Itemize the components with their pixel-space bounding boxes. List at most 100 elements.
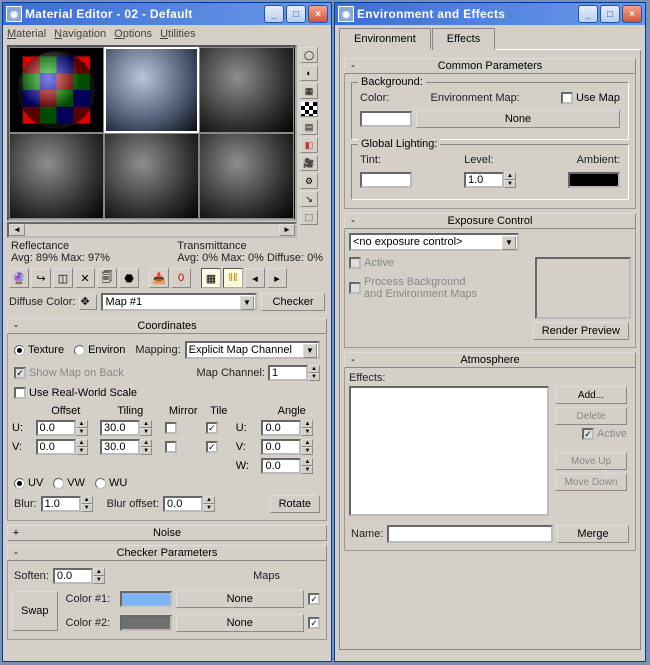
map-type-button[interactable]: Checker (261, 293, 325, 311)
blur-spinner[interactable]: ▲▼ (41, 496, 93, 512)
collapse-icon[interactable]: - (347, 215, 359, 227)
effects-list[interactable] (349, 386, 549, 516)
exposure-dropdown[interactable]: <no exposure control> ▼ (349, 233, 519, 251)
swap-button[interactable]: Swap (12, 591, 58, 631)
preview-icon[interactable]: 🎥 (300, 155, 318, 171)
map-channel-spinner[interactable]: ▲▼ (268, 365, 320, 381)
material-slot-5[interactable] (104, 133, 199, 219)
collapse-icon[interactable]: - (10, 547, 22, 559)
use-map-check[interactable]: Use Map (561, 92, 620, 104)
real-world-check[interactable]: Use Real-World Scale (14, 387, 137, 399)
material-slot-2[interactable] (104, 47, 199, 133)
reset-map-icon[interactable]: ✕ (75, 268, 95, 288)
pattern-icon[interactable] (300, 101, 318, 117)
minimize-button[interactable]: _ (264, 5, 284, 23)
maximize-button[interactable]: □ (600, 5, 620, 23)
sample-type-icon[interactable]: ◯ (300, 47, 318, 63)
menu-navigation[interactable]: Navigation (54, 28, 106, 40)
u-angle-spinner[interactable]: ▲▼ (261, 420, 322, 436)
collapse-icon[interactable]: - (347, 354, 359, 366)
show-in-viewport-icon[interactable]: ▦ (201, 268, 221, 288)
v-angle-spinner[interactable]: ▲▼ (261, 439, 322, 455)
close-button[interactable]: × (622, 5, 642, 23)
material-id-icon[interactable]: 0 (171, 268, 191, 288)
material-slot-1[interactable] (9, 47, 104, 133)
v-tile-check[interactable] (206, 441, 232, 453)
u-offset-spinner[interactable]: ▲▼ (36, 420, 97, 436)
level-spinner[interactable]: ▲▼ (464, 172, 516, 188)
checker-rollup-header[interactable]: - Checker Parameters (7, 545, 327, 561)
make-unique-icon[interactable]: ⬣ (119, 268, 139, 288)
u-tile-check[interactable] (206, 422, 232, 434)
go-forward-icon[interactable]: ▸ (267, 268, 287, 288)
noise-rollup-header[interactable]: + Noise (7, 525, 327, 541)
material-slot-6[interactable] (199, 133, 294, 219)
collapse-icon[interactable]: - (10, 320, 22, 332)
uv-radio[interactable]: UV (14, 477, 43, 489)
soften-spinner[interactable]: ▲▼ (53, 568, 105, 584)
put-to-scene-icon[interactable]: ↪ (31, 268, 51, 288)
u-tiling-spinner[interactable]: ▲▼ (100, 420, 161, 436)
mapping-dropdown[interactable]: Explicit Map Channel ▼ (185, 341, 320, 359)
color2-swatch[interactable] (120, 615, 172, 631)
video-check-icon[interactable]: ◧ (300, 137, 318, 153)
menu-utilities[interactable]: Utilities (160, 28, 195, 40)
assign-to-sel-icon[interactable]: ◫ (53, 268, 73, 288)
dropdown-arrow-icon[interactable]: ▼ (240, 296, 254, 310)
env-map-button[interactable]: None (416, 110, 620, 128)
v-tiling-spinner[interactable]: ▲▼ (100, 439, 161, 455)
u-mirror-check[interactable] (165, 422, 202, 434)
pick-map-icon[interactable]: ✥ (79, 294, 97, 310)
vw-radio[interactable]: VW (53, 477, 85, 489)
blur-offset-spinner[interactable]: ▲▼ (163, 496, 215, 512)
select-by-mat-icon[interactable]: ↘ (300, 191, 318, 207)
rotate-button[interactable]: Rotate (270, 495, 320, 513)
dropdown-arrow-icon[interactable]: ▼ (303, 344, 317, 358)
backlight-icon[interactable]: ◐ (300, 65, 318, 81)
wu-radio[interactable]: WU (95, 477, 127, 489)
options-icon[interactable]: ⚙ (300, 173, 318, 189)
close-button[interactable]: × (308, 5, 328, 23)
add-effect-button[interactable]: Add... (555, 386, 627, 404)
put-to-library-icon[interactable]: 📥 (149, 268, 169, 288)
effect-name-input[interactable] (387, 525, 553, 543)
background-icon[interactable]: ▦ (300, 83, 318, 99)
merge-button[interactable]: Merge (557, 525, 629, 543)
color2-map-enable[interactable] (308, 617, 320, 629)
make-copy-icon[interactable]: 🗐 (97, 268, 117, 288)
get-material-icon[interactable]: 🔮 (9, 268, 29, 288)
v-offset-spinner[interactable]: ▲▼ (36, 439, 97, 455)
minimize-button[interactable]: _ (578, 5, 598, 23)
material-slot-4[interactable] (9, 133, 104, 219)
tab-environment[interactable]: Environment (339, 28, 431, 50)
color1-map-button[interactable]: None (176, 590, 304, 608)
atmosphere-header[interactable]: - Atmosphere (344, 352, 636, 368)
maximize-button[interactable]: □ (286, 5, 306, 23)
coordinates-rollup-header[interactable]: - Coordinates (7, 318, 327, 334)
ambient-swatch[interactable] (568, 172, 620, 188)
tab-effects[interactable]: Effects (432, 28, 495, 50)
material-slot-3[interactable] (199, 47, 294, 133)
menu-material[interactable]: Material (7, 28, 46, 40)
dropdown-arrow-icon[interactable]: ▼ (502, 236, 516, 250)
go-to-parent-icon[interactable]: ◂ (245, 268, 265, 288)
material-editor-titlebar[interactable]: ◉ Material Editor - 02 - Default _ □ × (3, 3, 331, 25)
bg-color-swatch[interactable] (360, 111, 412, 127)
exposure-header[interactable]: - Exposure Control (344, 213, 636, 229)
render-preview-button[interactable]: Render Preview (533, 322, 629, 340)
v-mirror-check[interactable] (165, 441, 202, 453)
color1-map-enable[interactable] (308, 593, 320, 605)
environ-radio[interactable]: Environ (74, 344, 125, 356)
material-grid-scrollbar[interactable]: ◄ ► (7, 222, 297, 238)
show-end-result-icon[interactable]: ‖‖ (223, 268, 243, 288)
environment-titlebar[interactable]: ◉ Environment and Effects _ □ × (335, 3, 645, 25)
sample-uv-icon[interactable]: ▤ (300, 119, 318, 135)
color2-map-button[interactable]: None (176, 614, 304, 632)
texture-radio[interactable]: Texture (14, 344, 64, 356)
tint-swatch[interactable] (360, 172, 412, 188)
w-angle-spinner[interactable]: ▲▼ (261, 458, 322, 474)
expand-icon[interactable]: + (10, 527, 22, 539)
common-params-header[interactable]: - Common Parameters (344, 58, 636, 74)
menu-options[interactable]: Options (114, 28, 152, 40)
color1-swatch[interactable] (120, 591, 172, 607)
